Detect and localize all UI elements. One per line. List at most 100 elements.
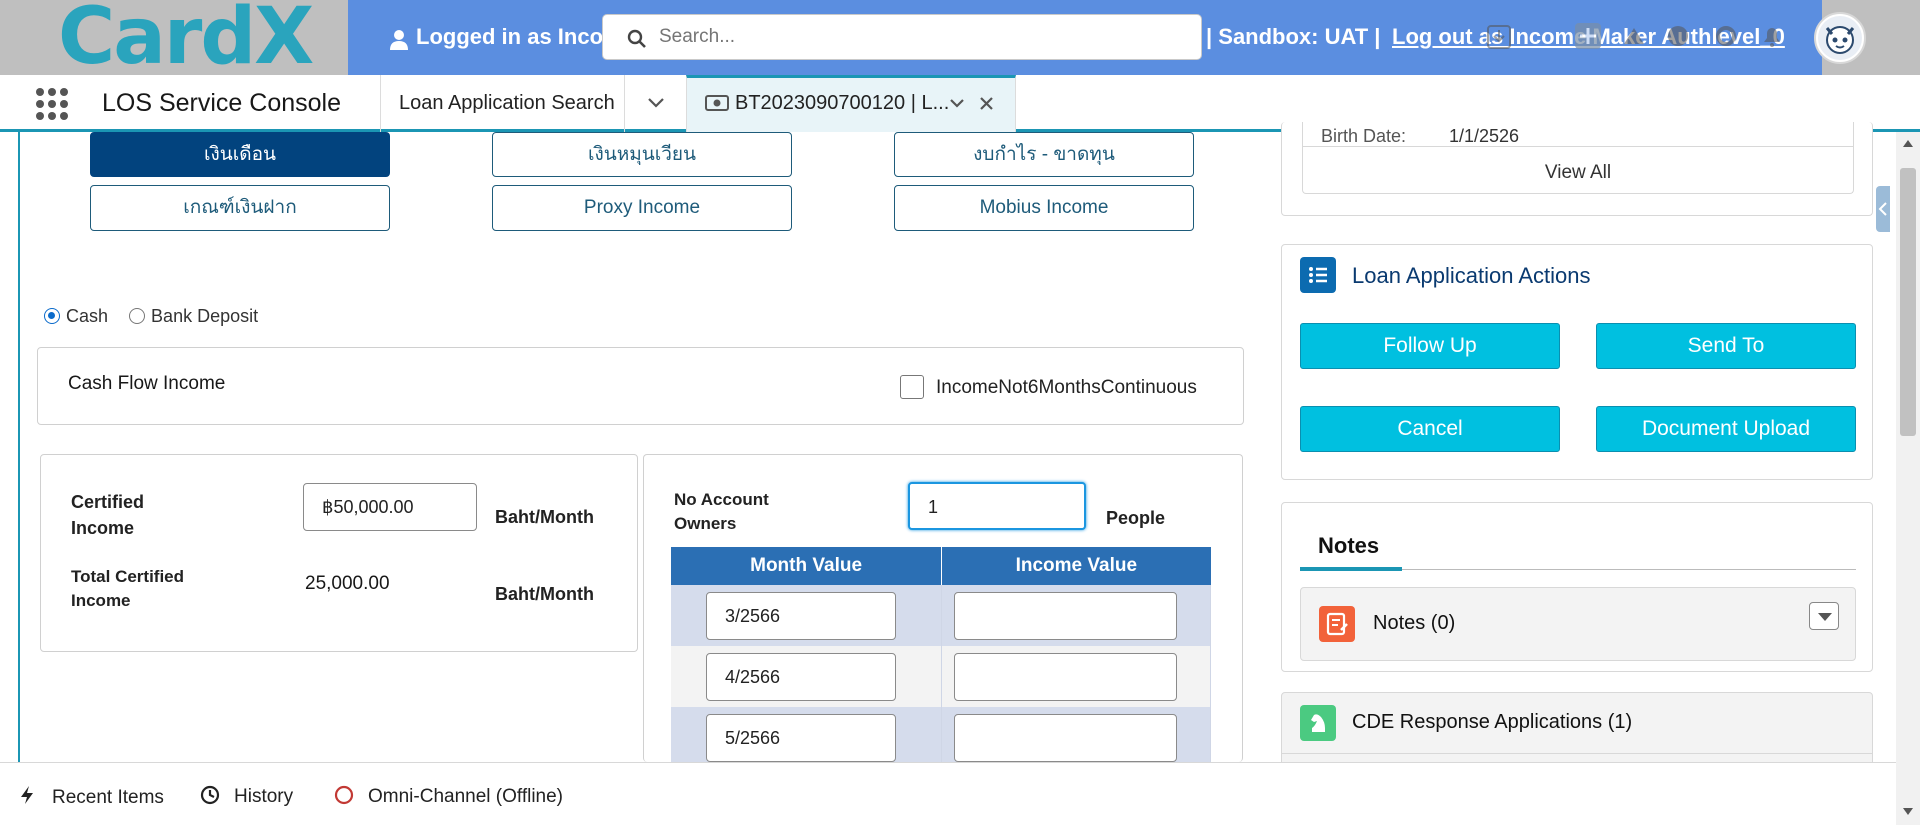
table-header-row: Month Value Income Value — [671, 547, 1211, 585]
scroll-up-arrow-icon[interactable] — [1902, 138, 1914, 148]
certified-income-input[interactable]: ฿50,000.00 — [303, 483, 477, 531]
radio-bank-deposit[interactable]: Bank Deposit — [129, 306, 258, 326]
cardx-logo: CardX — [58, 0, 314, 82]
certified-income-label: Certified Income — [71, 492, 145, 538]
logged-in-text: Logged in as Inco — [416, 24, 604, 49]
utility-label: Omni-Channel (Offline) — [368, 786, 564, 807]
astro-avatar-icon — [1818, 16, 1862, 60]
radio-button[interactable] — [44, 308, 60, 324]
tab-label: BT2023090700120 | L... — [735, 92, 950, 114]
action-list-icon — [1300, 257, 1336, 293]
send-to-button[interactable]: Send To — [1596, 323, 1856, 369]
utility-omni-channel[interactable]: Omni-Channel (Offline) — [334, 785, 563, 808]
people-unit-label: People — [1106, 508, 1166, 528]
income-type-button-revolving[interactable]: เงินหมุนเวียน — [492, 132, 792, 177]
utility-bar: Recent Items History Omni-Channel (Offli… — [0, 762, 1896, 825]
app-name: LOS Service Console — [102, 89, 342, 117]
scroll-thumb[interactable] — [1900, 168, 1916, 436]
chevron-down-icon — [648, 98, 664, 108]
add-icon[interactable] — [1574, 22, 1602, 50]
help-icon[interactable] — [1666, 24, 1690, 48]
income-value-header: Income Value — [941, 547, 1211, 585]
radio-label: Cash — [66, 306, 109, 326]
income-not-6-months-checkbox[interactable] — [900, 375, 924, 399]
chevron-down-icon — [1818, 613, 1832, 621]
income-input[interactable] — [954, 652, 1178, 701]
income-type-button-salary[interactable]: เงินเดือน — [90, 132, 390, 177]
divider — [1282, 753, 1872, 754]
income-source-radio-group: Cash Bank Deposit — [44, 306, 258, 327]
month-input[interactable]: 5/2566 — [706, 713, 896, 762]
trailhead-icon[interactable] — [1622, 24, 1646, 48]
utility-recent-items[interactable]: Recent Items — [20, 785, 164, 809]
utility-label: Recent Items — [52, 787, 164, 808]
monthly-income-table: Month Value Income Value 3/2566 4/2566 5… — [671, 547, 1211, 768]
table-row: 5/2566 — [671, 707, 1211, 768]
tab-loan-application-record[interactable]: BT2023090700120 | L... — [686, 75, 1016, 132]
side-panel-toggle[interactable] — [1876, 186, 1890, 232]
view-all-link[interactable]: View All — [1303, 162, 1853, 184]
cancel-button[interactable]: Cancel — [1300, 406, 1560, 452]
income-input[interactable] — [954, 591, 1178, 640]
income-input[interactable] — [954, 713, 1178, 762]
customer-details-card: Birth Date: 1/1/2526 View All — [1281, 122, 1873, 216]
checkbox-label: IncomeNot6MonthsContinuous — [936, 377, 1197, 398]
account-owners-card: No Account Owners 1 People Month Value I… — [643, 454, 1243, 768]
income-type-button-profit-loss[interactable]: งบกำไร - ขาดทุน — [894, 132, 1194, 177]
radio-label: Bank Deposit — [151, 306, 259, 326]
note-icon — [1326, 612, 1348, 636]
user-avatar[interactable] — [1814, 12, 1866, 64]
notes-menu-button[interactable] — [1809, 602, 1839, 630]
list-icon — [1309, 267, 1327, 283]
certified-unit-label: Baht/Month — [495, 507, 594, 527]
global-search[interactable] — [602, 14, 1202, 60]
radio-cash[interactable]: Cash — [44, 306, 108, 326]
utility-history[interactable]: History — [200, 785, 293, 808]
loan-actions-title: Loan Application Actions — [1352, 263, 1591, 288]
tab-label: Loan Application Search — [399, 92, 615, 114]
income-type-button-deposit[interactable]: เกณฑ์เงินฝาก — [90, 185, 390, 231]
search-input[interactable] — [659, 23, 1179, 51]
user-icon — [390, 30, 408, 50]
notification-bell-icon[interactable] — [1760, 24, 1784, 48]
logo-area: CardX — [0, 0, 348, 82]
income-type-button-proxy[interactable]: Proxy Income — [492, 185, 792, 231]
table-row: 4/2566 — [671, 646, 1211, 707]
page: { "banner": { "logo": "CardX", "logged_i… — [0, 0, 1920, 825]
total-certified-income-value: 25,000.00 — [305, 573, 390, 594]
notes-tab[interactable]: Notes — [1318, 533, 1379, 559]
income-type-button-mobius[interactable]: Mobius Income — [894, 185, 1194, 231]
utility-label: History — [234, 786, 294, 807]
month-input[interactable]: 3/2566 — [706, 591, 896, 640]
chevron-down-icon[interactable] — [949, 98, 965, 109]
certified-income-card: Certified Income ฿50,000.00 Baht/Month T… — [40, 454, 638, 652]
chess-knight-icon — [1311, 714, 1325, 732]
tab-loan-application-search[interactable]: Loan Application Search — [380, 75, 624, 132]
close-icon[interactable] — [979, 96, 994, 111]
follow-up-button[interactable]: Follow Up — [1300, 323, 1560, 369]
birth-date-value: 1/1/2526 — [1449, 126, 1520, 146]
app-launcher-icon[interactable] — [36, 88, 68, 120]
account-owners-input[interactable]: 1 — [908, 482, 1086, 530]
scroll-down-arrow-icon[interactable] — [1902, 807, 1914, 817]
cash-flow-title: Cash Flow Income — [68, 373, 226, 394]
active-tab-indicator — [1300, 567, 1402, 571]
cde-title[interactable]: CDE Response Applications (1) — [1352, 711, 1632, 734]
radio-button[interactable] — [129, 308, 146, 324]
month-input[interactable]: 4/2566 — [706, 652, 896, 701]
customer-details-inner: Birth Date: 1/1/2526 View All — [1302, 122, 1854, 194]
lightning-icon — [21, 786, 33, 804]
cde-icon-box — [1300, 705, 1336, 741]
notes-count-label[interactable]: Notes (0) — [1373, 612, 1455, 635]
account-owners-label: No Account Owners — [674, 490, 769, 533]
clock-icon — [200, 785, 220, 805]
search-icon — [627, 29, 646, 48]
tab-overflow-dropdown[interactable] — [624, 75, 686, 132]
chevron-left-icon — [1878, 202, 1887, 216]
document-upload-button[interactable]: Document Upload — [1596, 406, 1856, 452]
cash-flow-income-card: Cash Flow Income IncomeNot6MonthsContinu… — [37, 347, 1244, 425]
download-icon[interactable] — [1486, 24, 1512, 50]
notes-related-list: Notes (0) — [1300, 587, 1856, 661]
month-value-header: Month Value — [671, 547, 943, 585]
settings-icon[interactable] — [1714, 24, 1738, 48]
